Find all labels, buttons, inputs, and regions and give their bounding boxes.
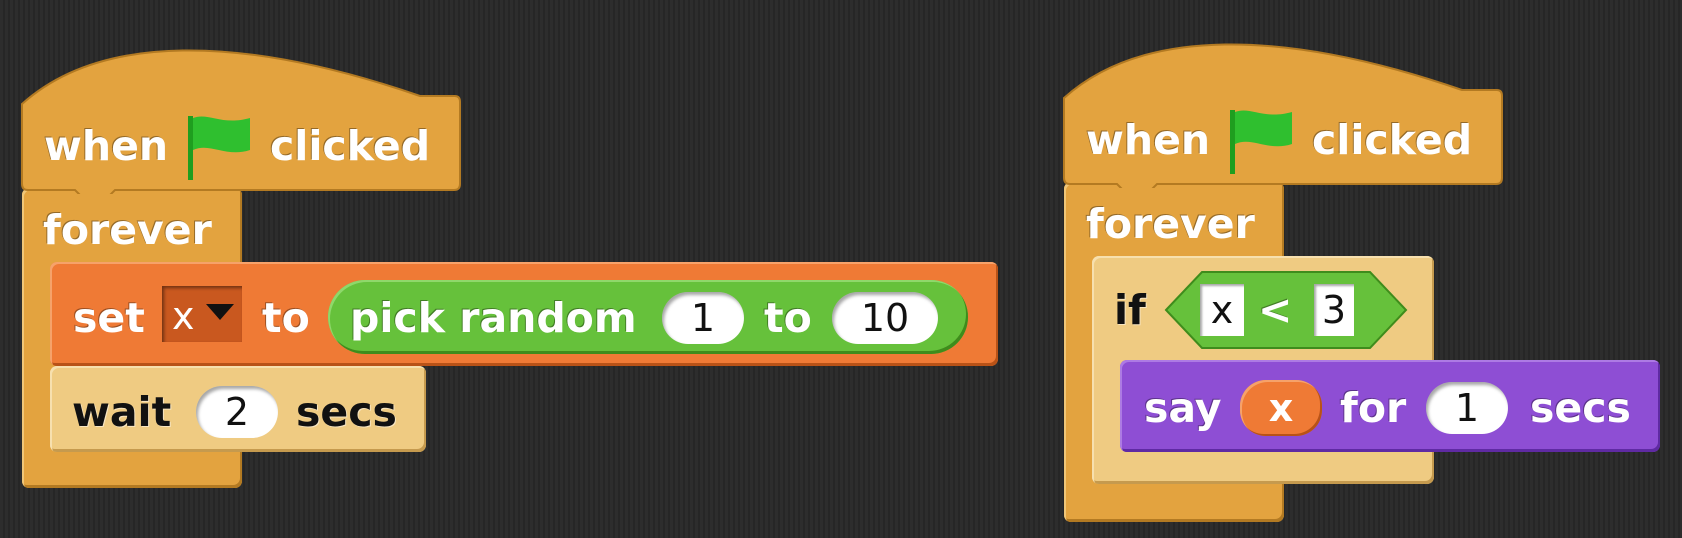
hat-when-label: when: [44, 122, 169, 170]
hat-clicked-label: clicked: [270, 122, 431, 170]
set-label: set: [73, 294, 145, 342]
say-seconds-input[interactable]: 1: [1426, 382, 1508, 434]
variable-dropdown[interactable]: x: [162, 286, 242, 342]
chevron-down-icon: [206, 304, 234, 320]
pick-random-label: pick random: [350, 294, 637, 342]
say-label: say: [1144, 384, 1222, 432]
wait-seconds-input[interactable]: 2: [196, 386, 278, 438]
hat-when-label: when: [1086, 116, 1211, 164]
wait-secs-label: secs: [296, 388, 397, 436]
say-for-label: for: [1340, 384, 1407, 432]
condition-right-input[interactable]: 3: [1314, 284, 1354, 336]
set-to-label: to: [262, 294, 310, 342]
variable-reporter-x[interactable]: x: [1240, 380, 1322, 436]
forever-label: forever: [1086, 200, 1255, 248]
random-to-label: to: [764, 294, 812, 342]
random-to-input[interactable]: 10: [832, 292, 938, 344]
wait-label: wait: [72, 388, 172, 436]
green-flag-icon[interactable]: [1228, 106, 1298, 176]
variable-dropdown-value: x: [172, 294, 195, 338]
random-from-input[interactable]: 1: [662, 292, 744, 344]
condition-left-input[interactable]: x: [1200, 284, 1244, 336]
say-secs-label: secs: [1530, 384, 1631, 432]
if-label: if: [1114, 286, 1146, 334]
less-than-operator: <: [1258, 286, 1293, 334]
green-flag-icon[interactable]: [186, 112, 256, 182]
hat-clicked-label: clicked: [1312, 116, 1473, 164]
forever-label: forever: [43, 206, 212, 254]
